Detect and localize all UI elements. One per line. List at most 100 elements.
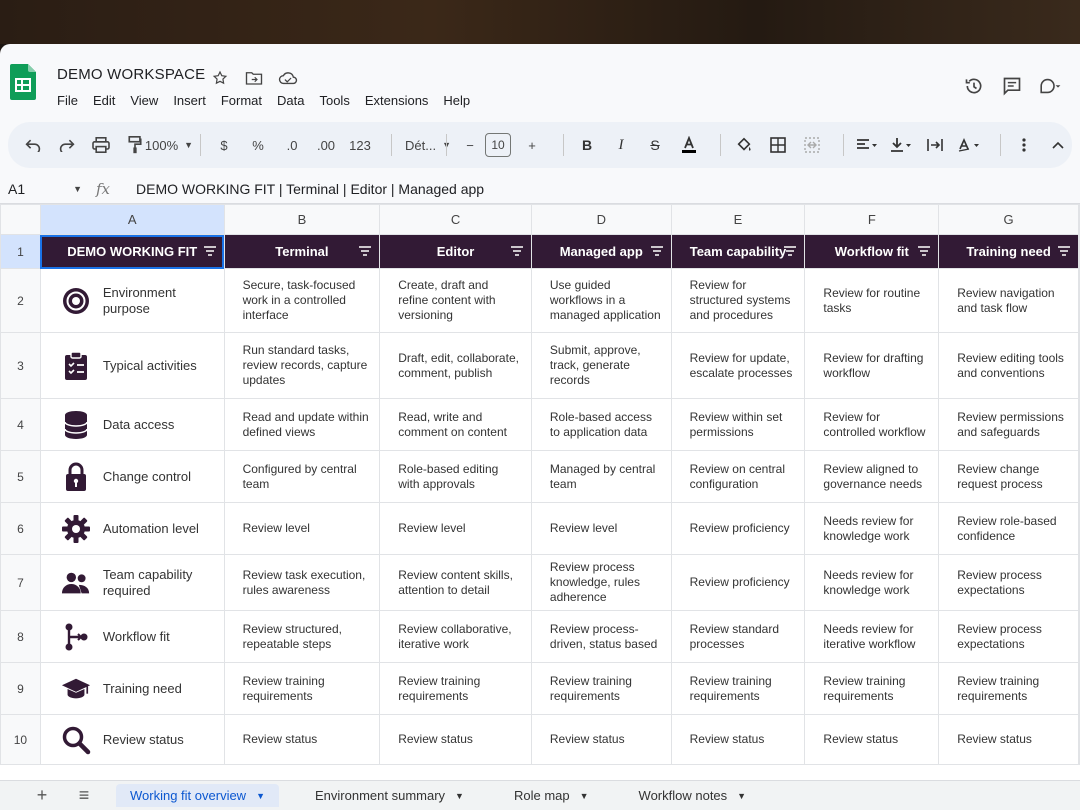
table-cell[interactable]: Configured by central team [223,450,381,503]
row-header[interactable]: 7 [0,554,41,611]
undo-icon[interactable] [20,131,46,159]
table-cell[interactable]: Review for structured systems and proced… [670,268,806,333]
table-cell[interactable]: Needs review for knowledge work [804,502,940,555]
menu-view[interactable]: View [130,93,158,108]
table-cell[interactable]: Review training requirements [804,662,940,715]
sheet-tab-workflow-notes[interactable]: Workflow notes ▼ [625,784,761,807]
text-wrapping-icon[interactable] [922,131,948,159]
row-header[interactable]: 6 [0,502,41,555]
table-cell[interactable]: Read and update within defined views [223,398,381,451]
row-header[interactable]: 9 [0,662,41,715]
column-header-d[interactable]: D [530,204,672,235]
sheet-tab-role-map[interactable]: Role map ▼ [500,784,603,807]
table-cell[interactable]: Review level [530,502,672,555]
filter-icon[interactable] [784,246,797,256]
table-cell[interactable] [1078,502,1080,555]
row-header[interactable]: 3 [0,332,41,399]
filter-icon[interactable] [203,246,216,256]
row-label-cell[interactable]: Review status [39,714,225,765]
table-cell[interactable]: Review structured, repeatable steps [223,610,381,663]
meet-icon[interactable] [1038,74,1062,98]
header-cell-b1[interactable]: Terminal [223,234,381,269]
header-cell-a1[interactable]: DEMO WORKING FIT [39,234,225,269]
menu-edit[interactable]: Edit [93,93,115,108]
row-label-cell[interactable]: Workflow fit [39,610,225,663]
table-cell[interactable]: Review training requirements [670,662,806,715]
table-cell[interactable]: Review permissions and safeguards [938,398,1079,451]
table-cell[interactable]: Review role-based confidence [938,502,1079,555]
table-cell[interactable]: Review change request process [938,450,1079,503]
table-cell[interactable]: Review status [223,714,381,765]
table-cell[interactable]: Review collaborative, iterative work [379,610,532,663]
table-cell[interactable] [1078,398,1080,451]
row-header[interactable]: 10 [0,714,41,765]
document-title[interactable]: DEMO WORKSPACE [57,66,205,83]
row-label-cell[interactable]: Typical activities [39,332,225,399]
table-cell[interactable]: Review for controlled workflow [804,398,940,451]
column-header-h[interactable] [1078,204,1080,235]
column-header-g[interactable]: G [938,204,1079,235]
percent-format-button[interactable]: % [245,131,271,159]
row-header[interactable]: 4 [0,398,41,451]
increase-font-size-button[interactable]: + [519,131,545,159]
row-label-cell[interactable]: Automation level [39,502,225,555]
table-cell[interactable] [1078,610,1080,663]
row-header[interactable]: 2 [0,268,41,333]
chevron-down-icon[interactable]: ▼ [256,791,265,801]
table-cell[interactable]: Secure, task-focused work in a controlle… [223,268,381,333]
filter-icon[interactable] [359,246,372,256]
print-icon[interactable] [88,131,114,159]
decrease-decimal-button[interactable]: .0 [279,131,305,159]
text-rotation-icon[interactable] [956,131,982,159]
decrease-font-size-button[interactable]: − [457,131,483,159]
table-cell[interactable] [1078,662,1080,715]
text-color-icon[interactable] [676,131,702,159]
header-cell-c1[interactable]: Editor [379,234,532,269]
spreadsheet-grid[interactable]: A B C D E F G 1 DEMO WORKING FIT Termina… [0,204,1080,794]
sheet-tab-working-fit-overview[interactable]: Working fit overview ▼ [116,784,279,807]
comments-icon[interactable] [1000,74,1024,98]
filter-icon[interactable] [1058,246,1070,256]
sheet-tab-environment-summary[interactable]: Environment summary ▼ [301,784,478,807]
table-cell[interactable]: Managed by central team [530,450,672,503]
table-cell[interactable] [1078,554,1080,611]
formula-input[interactable]: DEMO WORKING FIT | Terminal | Editor | M… [132,181,484,197]
currency-format-button[interactable]: $ [211,131,237,159]
borders-icon[interactable] [765,131,791,159]
table-cell[interactable]: Review level [379,502,532,555]
horizontal-align-icon[interactable] [854,131,880,159]
header-cell-g1[interactable]: Training need [938,234,1079,269]
version-history-icon[interactable] [962,74,986,98]
row-header[interactable]: 1 [0,234,41,269]
table-cell[interactable]: Review editing tools and conventions [938,332,1079,399]
column-header-e[interactable]: E [670,204,806,235]
bold-icon[interactable]: B [574,131,600,159]
merge-cells-icon[interactable] [799,131,825,159]
table-cell[interactable]: Review training requirements [223,662,381,715]
filter-icon[interactable] [510,246,523,256]
redo-icon[interactable] [54,131,80,159]
table-cell[interactable]: Review level [223,502,381,555]
row-label-cell[interactable]: Data access [39,398,225,451]
table-cell[interactable]: Review for update, escalate processes [670,332,806,399]
strikethrough-icon[interactable]: S [642,131,668,159]
name-box[interactable]: A1 ▼ [0,181,96,197]
table-cell[interactable]: Create, draft and refine content with ve… [379,268,532,333]
more-formats-button[interactable]: 123 [347,131,373,159]
filter-icon[interactable] [650,246,663,256]
header-cell-d1[interactable]: Managed app [530,234,672,269]
cloud-status-icon[interactable] [278,68,298,88]
font-select[interactable]: Dét...▼ [402,131,451,159]
table-cell[interactable]: Review status [804,714,940,765]
header-cell-h1[interactable] [1078,234,1080,269]
table-cell[interactable]: Review process expectations [938,554,1079,611]
menu-data[interactable]: Data [277,93,304,108]
increase-decimal-button[interactable]: .00 [313,131,339,159]
star-icon[interactable] [210,68,230,88]
table-cell[interactable]: Review aligned to governance needs [804,450,940,503]
table-cell[interactable]: Read, write and comment on content [379,398,532,451]
menu-tools[interactable]: Tools [319,93,349,108]
table-cell[interactable] [1078,714,1080,765]
table-cell[interactable]: Review standard processes [670,610,806,663]
table-cell[interactable]: Review process expectations [938,610,1079,663]
